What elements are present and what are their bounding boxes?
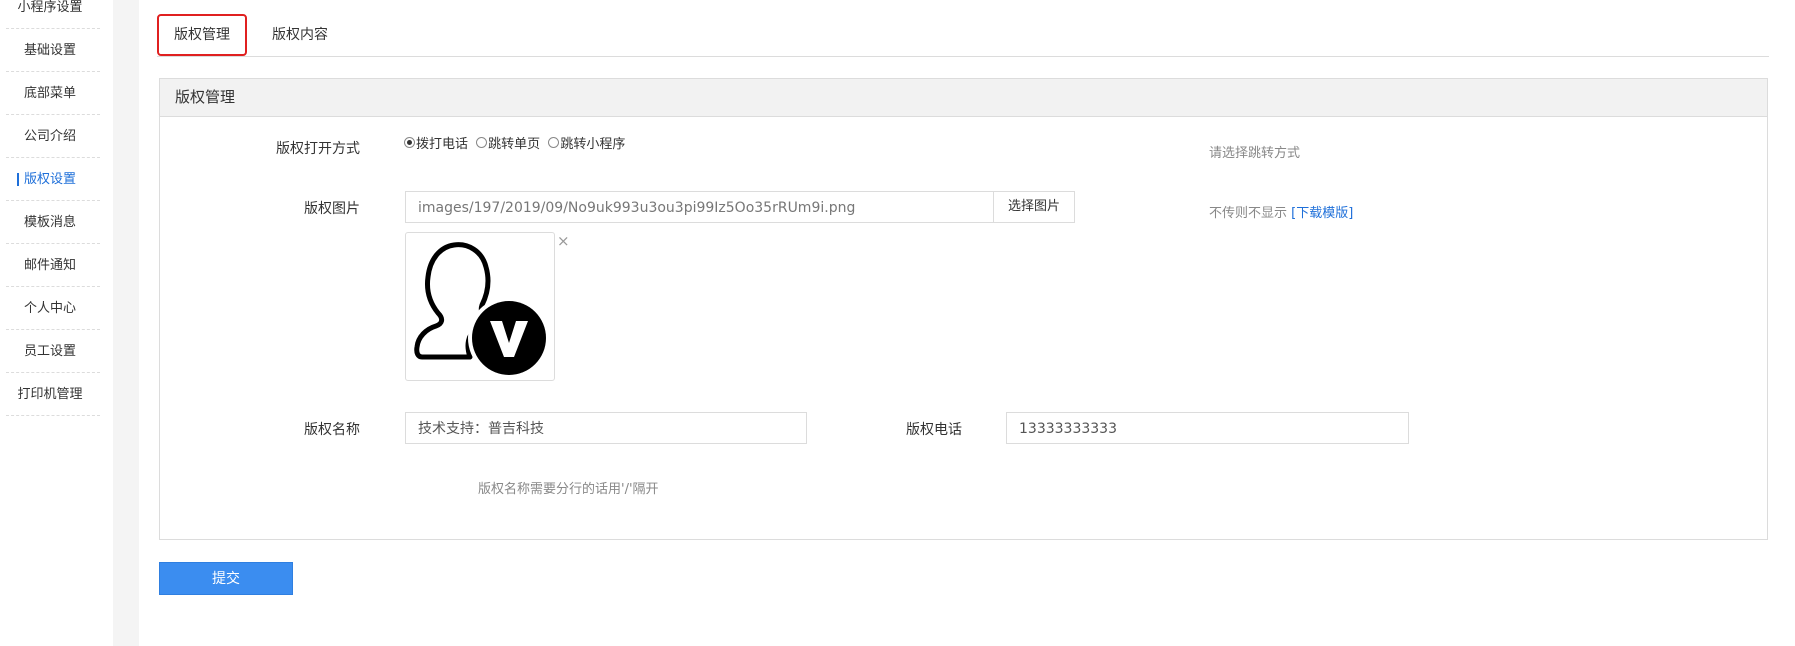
copyright-phone-label: 版权电话	[906, 422, 962, 438]
radio-dial-phone[interactable]: 拨打电话	[404, 133, 468, 152]
sidebar-item-label: 邮件通知	[23, 258, 76, 273]
copyright-phone-input[interactable]: 13333333333	[1006, 412, 1409, 444]
open-mode-hint: 请选择跳转方式	[1209, 146, 1301, 161]
sidebar-divider	[113, 0, 139, 646]
active-marker	[17, 173, 19, 186]
sidebar-item-label: 个人中心	[23, 301, 76, 316]
choose-image-button[interactable]: 选择图片	[993, 191, 1075, 223]
radio-jump-page[interactable]: 跳转单页	[476, 133, 540, 152]
radio-checked-icon	[404, 137, 415, 148]
sidebar-item-label: 打印机管理	[17, 387, 83, 402]
copyright-name-hint: 版权名称需要分行的话用'/'隔开	[478, 482, 659, 497]
image-path-input[interactable]: images/197/2019/09/No9uk993u3ou3pi99Iz5O…	[405, 191, 994, 223]
sidebar-item-label: 公司介绍	[23, 129, 76, 144]
sidebar-item-email-notifications[interactable]: 邮件通知	[0, 244, 100, 287]
sidebar-item-company-intro[interactable]: 公司介绍	[0, 115, 100, 158]
sidebar-item-label: 模板消息	[23, 215, 76, 230]
radio-jump-miniprogram[interactable]: 跳转小程序	[548, 133, 625, 152]
sidebar-item-staff-settings[interactable]: 员工设置	[0, 330, 100, 373]
open-mode-radio-group: 拨打电话 跳转单页 跳转小程序	[404, 133, 629, 152]
sidebar-item-label: 员工设置	[23, 344, 76, 359]
open-mode-label: 版权打开方式	[276, 141, 360, 157]
sidebar-item-label: 底部菜单	[23, 86, 76, 101]
tab-copyright-content[interactable]: 版权内容	[265, 14, 335, 56]
radio-unchecked-icon	[548, 137, 560, 148]
sidebar-item-copyright-settings[interactable]: 版权设置	[0, 158, 100, 201]
user-verified-icon	[414, 242, 550, 379]
sidebar-item-label: 小程序设置	[17, 0, 83, 15]
sidebar: 小程序设置 基础设置 底部菜单 公司介绍 版权设置 模板消息 邮件通知 个人中心…	[0, 0, 113, 646]
tab-copyright-management[interactable]: 版权管理	[157, 14, 247, 56]
sidebar-item-printer-management[interactable]: 打印机管理	[0, 373, 100, 416]
sidebar-item-miniprogram-settings[interactable]: 小程序设置	[0, 0, 100, 29]
image-hint-text: 不传则不显示	[1209, 206, 1288, 221]
sidebar-item-personal-center[interactable]: 个人中心	[0, 287, 100, 330]
download-template-link[interactable]: [下载模版]	[1291, 206, 1353, 221]
copyright-name-label: 版权名称	[304, 422, 360, 438]
sidebar-item-template-messages[interactable]: 模板消息	[0, 201, 100, 244]
remove-image-icon[interactable]: ×	[557, 234, 570, 249]
tab-bar: 版权管理 版权内容	[157, 14, 1769, 57]
panel-title: 版权管理	[160, 79, 1767, 117]
sidebar-item-label: 版权设置	[23, 172, 76, 187]
sidebar-item-label: 基础设置	[23, 43, 76, 58]
image-label: 版权图片	[304, 201, 360, 217]
image-hint: 不传则不显示 [下载模版]	[1209, 202, 1353, 221]
image-thumbnail	[405, 232, 555, 381]
sidebar-item-bottom-menu[interactable]: 底部菜单	[0, 72, 100, 115]
submit-button[interactable]: 提交	[159, 562, 293, 595]
copyright-panel: 版权管理	[159, 78, 1768, 540]
copyright-name-input[interactable]: 技术支持：普吉科技	[405, 412, 807, 444]
sidebar-item-basic-settings[interactable]: 基础设置	[0, 29, 100, 72]
radio-unchecked-icon	[476, 137, 488, 148]
